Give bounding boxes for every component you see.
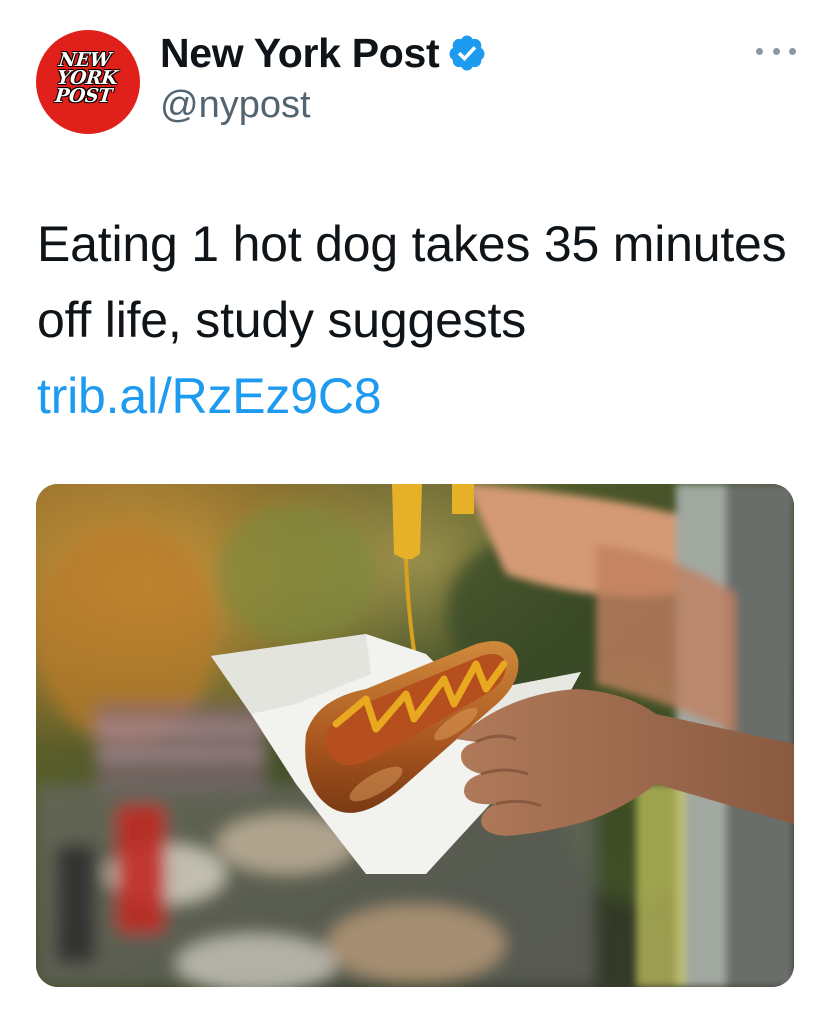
- tweet-media-photo[interactable]: [36, 484, 794, 987]
- more-options-icon[interactable]: [756, 36, 796, 66]
- tweet-card: NEW YORK POST New York Post @nypost Eating…: [0, 0, 830, 1024]
- author-display-name[interactable]: New York Post: [160, 30, 440, 77]
- author-handle[interactable]: @nypost: [160, 84, 311, 127]
- hot-dog-photo: [36, 484, 794, 987]
- more-dot: [789, 47, 796, 55]
- more-dot: [772, 47, 780, 55]
- tweet-body: Eating 1 hot dog takes 35 minutes off li…: [37, 216, 787, 348]
- tweet-link[interactable]: trib.al/RzEz9C8: [37, 368, 382, 424]
- verified-badge-icon: [449, 35, 485, 71]
- profile-avatar[interactable]: NEW YORK POST: [36, 30, 140, 134]
- tweet-text: Eating 1 hot dog takes 35 minutes off li…: [37, 206, 797, 434]
- author-name-row: New York Post: [160, 26, 487, 80]
- avatar-logo: NEW YORK POST: [53, 49, 119, 107]
- more-dot: [756, 47, 763, 55]
